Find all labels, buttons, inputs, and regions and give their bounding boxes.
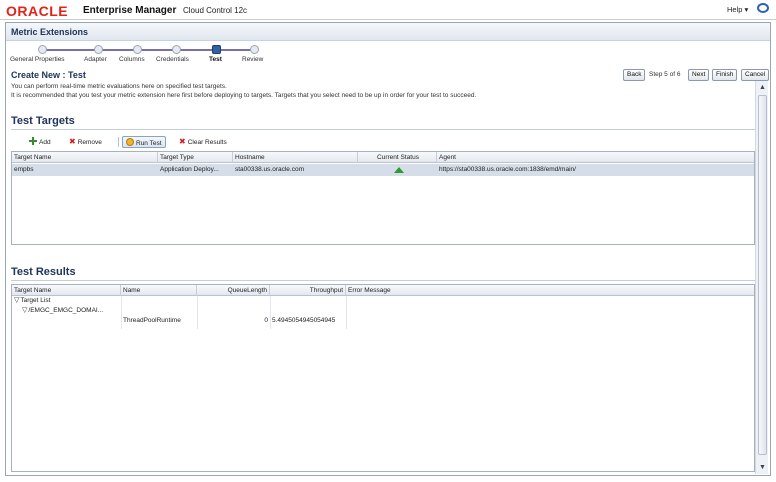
tree-root-label: Target List bbox=[20, 297, 51, 304]
run-test-label: Run Test bbox=[136, 140, 162, 147]
page-description-1: You can perform real-time metric evaluat… bbox=[11, 83, 227, 90]
test-results-title: Test Results bbox=[11, 266, 76, 278]
step-indicator: Step 5 of 6 bbox=[649, 71, 681, 78]
top-bar: ORACLE Enterprise Manager Cloud Control … bbox=[0, 0, 776, 20]
train-label-general-properties[interactable]: General Properties bbox=[10, 56, 65, 63]
targets-table-header: Target Name Target Type Hostname Current… bbox=[12, 152, 754, 163]
test-targets-title: Test Targets bbox=[11, 115, 75, 127]
cell-agent: https://sta00338.us.oracle.com:1838/emd/… bbox=[439, 166, 576, 173]
add-button[interactable]: Add bbox=[29, 136, 51, 148]
collapse-icon[interactable]: ▽ bbox=[14, 297, 19, 304]
clear-results-button[interactable]: ✖ Clear Results bbox=[179, 136, 227, 148]
targets-toolbar: Add ✖ Remove Run Test ✖ Clear Results bbox=[11, 136, 755, 149]
bottom-edge bbox=[0, 476, 776, 482]
cell-target-name: empbs bbox=[14, 166, 34, 173]
table-row[interactable]: ThreadPoolRuntime 0 5.4945054945054945 bbox=[12, 316, 754, 326]
section-divider bbox=[11, 129, 755, 130]
back-button[interactable]: Back bbox=[623, 69, 646, 81]
finish-button[interactable]: Finish bbox=[712, 69, 738, 81]
train-label-review[interactable]: Review bbox=[242, 56, 263, 63]
cell-queue-length: 0 bbox=[264, 317, 268, 324]
results-table-header: Target Name Name QueueLength Throughput … bbox=[12, 285, 754, 296]
remove-icon: ✖ bbox=[69, 137, 76, 146]
train-step-adapter[interactable] bbox=[94, 45, 103, 54]
cell-status bbox=[358, 164, 437, 176]
table-row[interactable]: empbs Application Deploy... sta00338.us.… bbox=[12, 164, 754, 176]
status-up-icon bbox=[393, 167, 404, 173]
tree-node-root[interactable]: ▽Target List bbox=[12, 296, 121, 306]
oracle-logo: ORACLE bbox=[6, 3, 69, 19]
add-label: Add bbox=[39, 139, 51, 146]
product-name: Enterprise Manager bbox=[83, 5, 177, 16]
train-step-columns[interactable] bbox=[133, 45, 142, 54]
run-icon bbox=[126, 138, 134, 146]
tree-node-domain[interactable]: ▽/EMGC_EMGC_DOMAI... bbox=[20, 306, 121, 316]
oracle-circle-icon bbox=[757, 3, 769, 13]
toolbar-separator bbox=[118, 137, 119, 147]
remove-label: Remove bbox=[77, 139, 102, 146]
col-name[interactable]: Name bbox=[121, 285, 197, 296]
section-divider bbox=[11, 280, 755, 281]
cell-target-type: Application Deploy... bbox=[160, 166, 219, 173]
run-test-button[interactable]: Run Test bbox=[122, 136, 166, 148]
scroll-up-icon[interactable]: ▲ bbox=[758, 83, 767, 92]
cell-throughput: 5.4945054945054945 bbox=[272, 317, 336, 324]
cell-hostname: sta00338.us.oracle.com bbox=[235, 166, 305, 173]
scroll-down-icon[interactable]: ▼ bbox=[758, 463, 767, 472]
train-line bbox=[42, 49, 256, 51]
tree-row-root[interactable]: ▽Target List bbox=[12, 296, 754, 306]
wizard-train: General Properties Adapter Columns Crede… bbox=[6, 41, 306, 67]
col-error-message[interactable]: Error Message bbox=[346, 285, 754, 296]
train-label-columns[interactable]: Columns bbox=[119, 56, 145, 63]
scroll-thumb[interactable] bbox=[758, 95, 767, 455]
col-throughput[interactable]: Throughput bbox=[270, 285, 346, 296]
train-step-test bbox=[212, 45, 221, 54]
col-target-name[interactable]: Target Name bbox=[12, 152, 158, 163]
tree-child-label: /EMGC_EMGC_DOMAI... bbox=[28, 307, 104, 314]
region-title: Metric Extensions bbox=[11, 27, 89, 37]
col-queue-length[interactable]: QueueLength bbox=[197, 285, 270, 296]
train-step-credentials[interactable] bbox=[172, 45, 181, 54]
add-icon bbox=[29, 137, 37, 145]
col-target-name[interactable]: Target Name bbox=[12, 285, 121, 296]
tree-row-child[interactable]: ▽/EMGC_EMGC_DOMAI... bbox=[12, 306, 754, 316]
help-menu[interactable]: Help ▾ bbox=[727, 5, 748, 14]
page-description-2: It is recommended that you test your met… bbox=[11, 92, 477, 99]
test-targets-table: Target Name Target Type Hostname Current… bbox=[11, 151, 755, 245]
next-button[interactable]: Next bbox=[688, 69, 710, 81]
product-edition: Cloud Control 12c bbox=[183, 6, 248, 15]
test-results-table: Target Name Name QueueLength Throughput … bbox=[11, 284, 755, 472]
cancel-button[interactable]: Cancel bbox=[741, 69, 770, 81]
col-current-status[interactable]: Current Status bbox=[358, 152, 437, 163]
train-label-credentials[interactable]: Credentials bbox=[156, 56, 189, 63]
col-target-type[interactable]: Target Type bbox=[158, 152, 233, 163]
col-hostname[interactable]: Hostname bbox=[233, 152, 358, 163]
clear-results-label: Clear Results bbox=[187, 139, 227, 146]
train-step-review[interactable] bbox=[250, 45, 259, 54]
region-header: Metric Extensions bbox=[6, 23, 770, 41]
collapse-icon[interactable]: ▽ bbox=[22, 307, 27, 314]
remove-button[interactable]: ✖ Remove bbox=[69, 136, 102, 148]
cell-metric-name: ThreadPoolRuntime bbox=[123, 317, 181, 324]
train-label-adapter[interactable]: Adapter bbox=[84, 56, 107, 63]
metric-extensions-region: Metric Extensions General Properties Ada… bbox=[5, 22, 771, 476]
page-title: Create New : Test bbox=[11, 70, 86, 80]
vertical-scrollbar[interactable]: ▲ ▼ bbox=[755, 81, 768, 474]
col-agent[interactable]: Agent bbox=[437, 152, 754, 163]
clear-icon: ✖ bbox=[179, 137, 186, 146]
train-label-test: Test bbox=[209, 56, 222, 63]
train-step-general-properties[interactable] bbox=[38, 45, 47, 54]
